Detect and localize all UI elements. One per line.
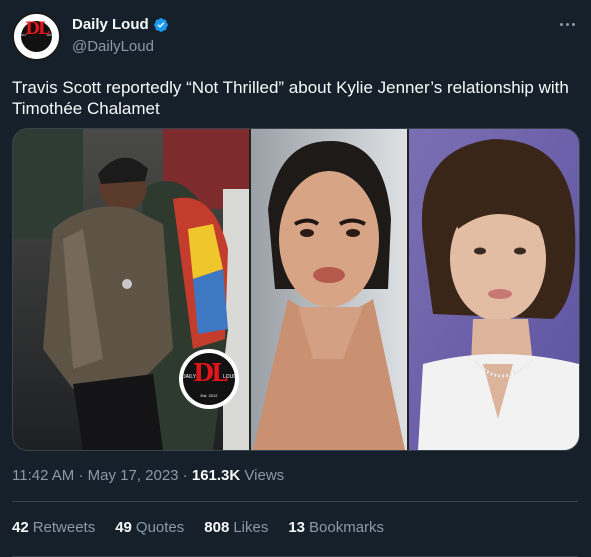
photo-kylie-jenner	[251, 129, 407, 450]
tweet-text: Travis Scott reportedly “Not Thrilled” a…	[12, 78, 569, 118]
more-dot	[571, 22, 575, 26]
views-label: Views	[244, 467, 285, 484]
avatar-logo-daily: DAILY	[18, 33, 27, 37]
avatar-logo-loud: LOUD	[46, 33, 55, 37]
watermark-logo-text: DL	[193, 358, 228, 387]
tweet-time[interactable]: 11:42 AM	[12, 467, 74, 484]
likes-stat[interactable]: 808 Likes	[204, 519, 268, 536]
engagement-stats: 42 Retweets 49 Quotes 808 Likes 13 Bookmarks	[12, 519, 384, 536]
more-options-icon[interactable]	[557, 14, 577, 34]
tweet-date[interactable]: May 17, 2023	[88, 467, 179, 484]
bookmarks-count: 13	[288, 519, 306, 536]
likes-count: 808	[204, 519, 230, 536]
media-collage	[13, 129, 579, 450]
more-dot	[559, 22, 563, 26]
timestamp-row: 11:42 AM · May 17, 2023 · 161.3K Views	[12, 467, 284, 484]
author-name-row: Daily Loud	[72, 16, 169, 33]
watermark-logo-est: Est. 2012	[200, 393, 218, 398]
retweets-stat[interactable]: 42 Retweets	[12, 519, 95, 536]
author-handle[interactable]: @DailyLoud	[72, 38, 154, 55]
photo-timothee-chalamet	[409, 129, 579, 450]
author-display-name[interactable]: Daily Loud	[72, 16, 149, 33]
verified-badge-icon	[153, 17, 168, 32]
separator-dot: ·	[182, 467, 192, 484]
retweets-label: Retweets	[32, 519, 96, 536]
divider	[12, 501, 578, 502]
watermark-logo-loud: LOUD	[223, 374, 237, 380]
bookmarks-label: Bookmarks	[309, 519, 385, 536]
views-count: 161.3K	[191, 467, 241, 484]
quotes-count: 49	[115, 519, 132, 536]
quotes-label: Quotes	[135, 519, 185, 536]
retweets-count: 42	[12, 519, 29, 536]
separator-dot: ·	[78, 467, 88, 484]
more-dot	[565, 22, 569, 26]
bookmarks-stat[interactable]: 13 Bookmarks	[288, 519, 384, 536]
quotes-stat[interactable]: 49 Quotes	[115, 519, 184, 536]
likes-label: Likes	[233, 519, 269, 536]
watermark-logo-daily: DAILY	[182, 374, 197, 380]
avatar[interactable]: DL DAILY LOUD	[12, 12, 61, 61]
tweet-media[interactable]: DL DAILY LOUD Est. 2012	[12, 128, 580, 451]
